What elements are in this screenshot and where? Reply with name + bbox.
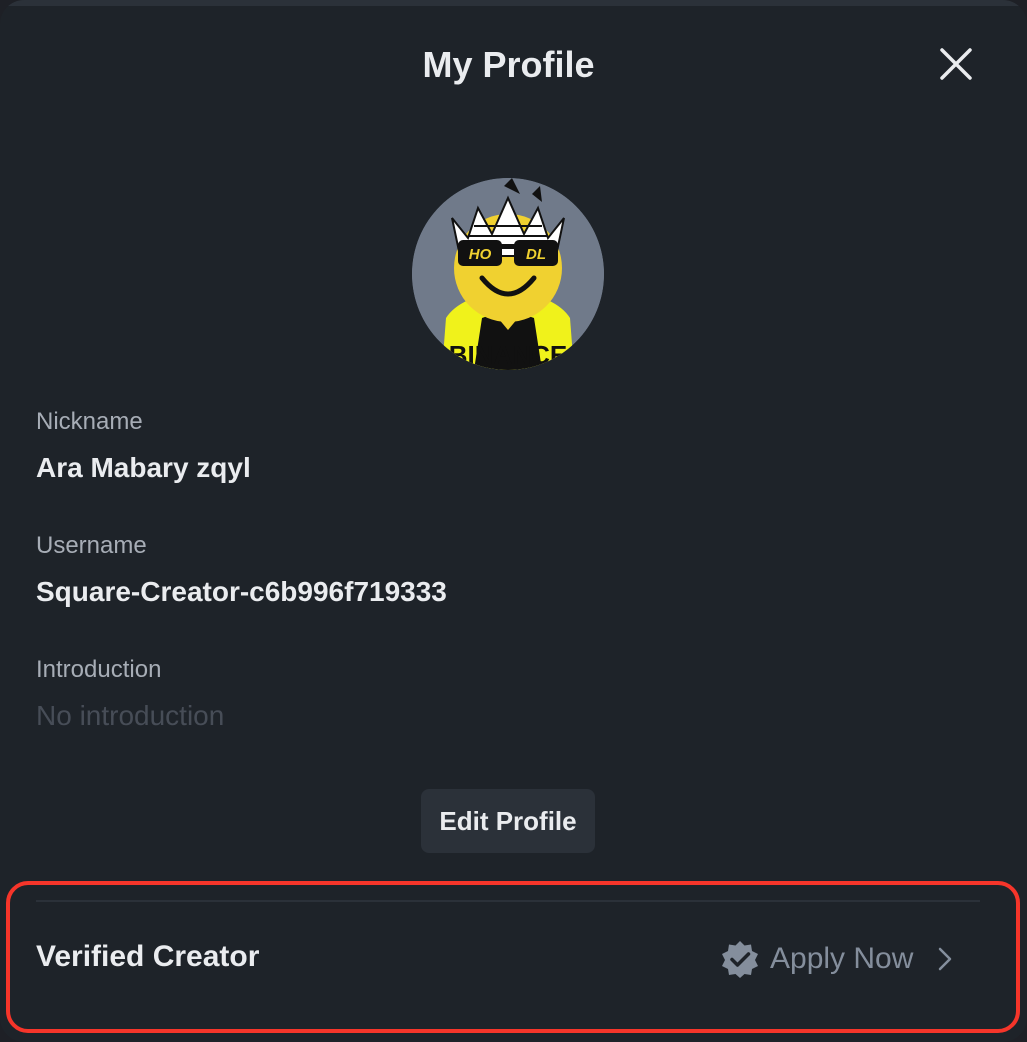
nickname-label: Nickname	[36, 408, 143, 435]
username-value: Square-Creator-c6b996f719333	[36, 576, 447, 607]
avatar: BINANCE HO DL	[412, 178, 604, 370]
top-strip	[0, 0, 1027, 6]
avatar-right-lens-lettering: DL	[526, 246, 546, 263]
verified-creator-label: Verified Creator	[36, 940, 260, 973]
divider	[36, 900, 980, 902]
chevron-right-icon	[935, 946, 955, 972]
avatar-shirt-lettering: BINANCE	[449, 340, 567, 370]
close-button[interactable]	[932, 40, 980, 88]
nickname-value: Ara Mabary zqyl	[36, 452, 251, 483]
verified-badge-icon	[722, 941, 758, 978]
close-icon	[940, 48, 972, 80]
avatar-left-lens-lettering: HO	[469, 246, 492, 263]
introduction-label: Introduction	[36, 656, 162, 683]
apply-now-label: Apply Now	[770, 942, 914, 975]
username-label: Username	[36, 532, 147, 559]
apply-now-link[interactable]: Apply Now	[720, 936, 955, 982]
edit-profile-button[interactable]: Edit Profile	[421, 789, 595, 853]
profile-modal: My Profile BINANCE HO DL Nickname Ara Ma…	[0, 0, 1027, 1042]
hodl-crown-smiley-avatar: BINANCE HO DL	[412, 178, 604, 370]
introduction-value: No introduction	[36, 700, 225, 731]
page-title: My Profile	[422, 44, 595, 85]
